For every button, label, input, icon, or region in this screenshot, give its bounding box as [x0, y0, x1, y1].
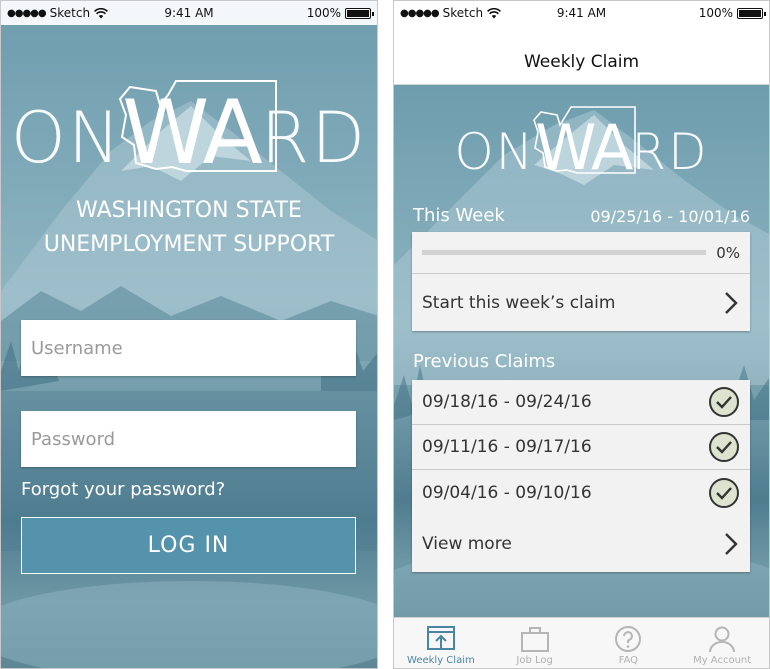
- onward-logo: ON WA RD: [394, 106, 769, 181]
- battery-icon: [737, 7, 766, 19]
- previous-claim-row[interactable]: 09/04/16 - 09/10/16: [412, 470, 750, 515]
- previous-claim-dates: 09/04/16 - 09/10/16: [422, 482, 592, 503]
- briefcase-icon: [520, 627, 549, 652]
- tab-weekly-claim-label: Weekly Claim: [407, 655, 475, 666]
- subtitle-line-2: UNEMPLOYMENT SUPPORT: [43, 232, 335, 257]
- progress-percent: 0%: [716, 243, 740, 262]
- nav-title: Weekly Claim: [394, 25, 769, 85]
- password-input[interactable]: [21, 411, 356, 467]
- this-week-card: 0% Start this week’s claim: [412, 232, 750, 331]
- previous-claim-row[interactable]: 09/11/16 - 09/17/16: [412, 425, 750, 470]
- progress-row: 0%: [412, 232, 750, 274]
- logo-right-text: RD: [260, 97, 368, 179]
- tab-faq[interactable]: FAQ: [582, 618, 676, 668]
- person-icon: [709, 626, 736, 653]
- logo-center-text: WA: [122, 81, 262, 184]
- login-button[interactable]: LOG IN: [21, 517, 356, 574]
- battery-percent: 100%: [306, 6, 341, 20]
- logo-right-text: RD: [631, 123, 709, 181]
- tab-job-log-label: Job Log: [516, 655, 553, 666]
- this-week-range: 09/25/16 - 10/01/16: [590, 207, 750, 226]
- progress-bar: [422, 250, 707, 255]
- tab-job-log[interactable]: Job Log: [488, 618, 582, 668]
- tab-my-account[interactable]: My Account: [675, 618, 769, 668]
- subtitle-line-1: WASHINGTON STATE: [76, 198, 302, 223]
- logo-left-text: ON: [454, 123, 536, 181]
- view-more-button[interactable]: View more: [412, 515, 750, 572]
- previous-claims-list: 09/18/16 - 09/24/16 09/11/16 - 09/17/16 09…: [412, 380, 750, 515]
- checkmark-icon: [709, 432, 739, 462]
- logo-left-text: ON: [10, 97, 123, 179]
- view-more-label: View more: [422, 533, 512, 554]
- app-subtitle: WASHINGTON STATE UNEMPLOYMENT SUPPORT: [1, 194, 377, 262]
- status-bar: ●●●●● Sketch 9:41 AM 100%: [1, 1, 377, 25]
- previous-claims-card: 09/18/16 - 09/24/16 09/11/16 - 09/17/16 09…: [412, 380, 750, 572]
- checkmark-icon: [709, 387, 739, 417]
- question-icon: [615, 626, 642, 652]
- checkmark-icon: [709, 477, 739, 508]
- login-screen: ●●●●● Sketch 9:41 AM 100% ON WA RD WASHI…: [0, 0, 378, 669]
- tab-weekly-claim[interactable]: Weekly Claim: [394, 618, 488, 668]
- battery-icon: [345, 7, 374, 19]
- previous-claim-dates: 09/18/16 - 09/24/16: [422, 392, 592, 412]
- start-claim-button[interactable]: Start this week’s claim: [412, 274, 750, 331]
- chevron-right-icon: [725, 532, 738, 555]
- battery-percent: 100%: [698, 6, 733, 20]
- status-bar: ●●●●● Sketch 9:41 AM 100%: [394, 1, 769, 25]
- logo-center-text: WA: [535, 111, 633, 184]
- weekly-claim-icon: [426, 626, 455, 650]
- tab-bar: Weekly Claim Job Log FAQ My Account: [394, 617, 769, 668]
- username-input[interactable]: [21, 320, 356, 376]
- previous-claim-dates: 09/11/16 - 09/17/16: [422, 437, 592, 457]
- tab-faq-label: FAQ: [618, 655, 639, 666]
- onward-logo: ON WA RD: [1, 80, 377, 179]
- forgot-password-link[interactable]: Forgot your password?: [21, 479, 225, 500]
- previous-claims-label: Previous Claims: [413, 351, 556, 372]
- previous-claim-row[interactable]: 09/18/16 - 09/24/16: [412, 380, 750, 425]
- this-week-label: This Week: [413, 205, 505, 226]
- tab-my-account-label: My Account: [693, 655, 752, 666]
- weekly-claim-screen: ●●●●● Sketch 9:41 AM 100% Weekly Claim O…: [393, 0, 770, 669]
- chevron-right-icon: [725, 291, 738, 314]
- start-claim-label: Start this week’s claim: [422, 292, 616, 313]
